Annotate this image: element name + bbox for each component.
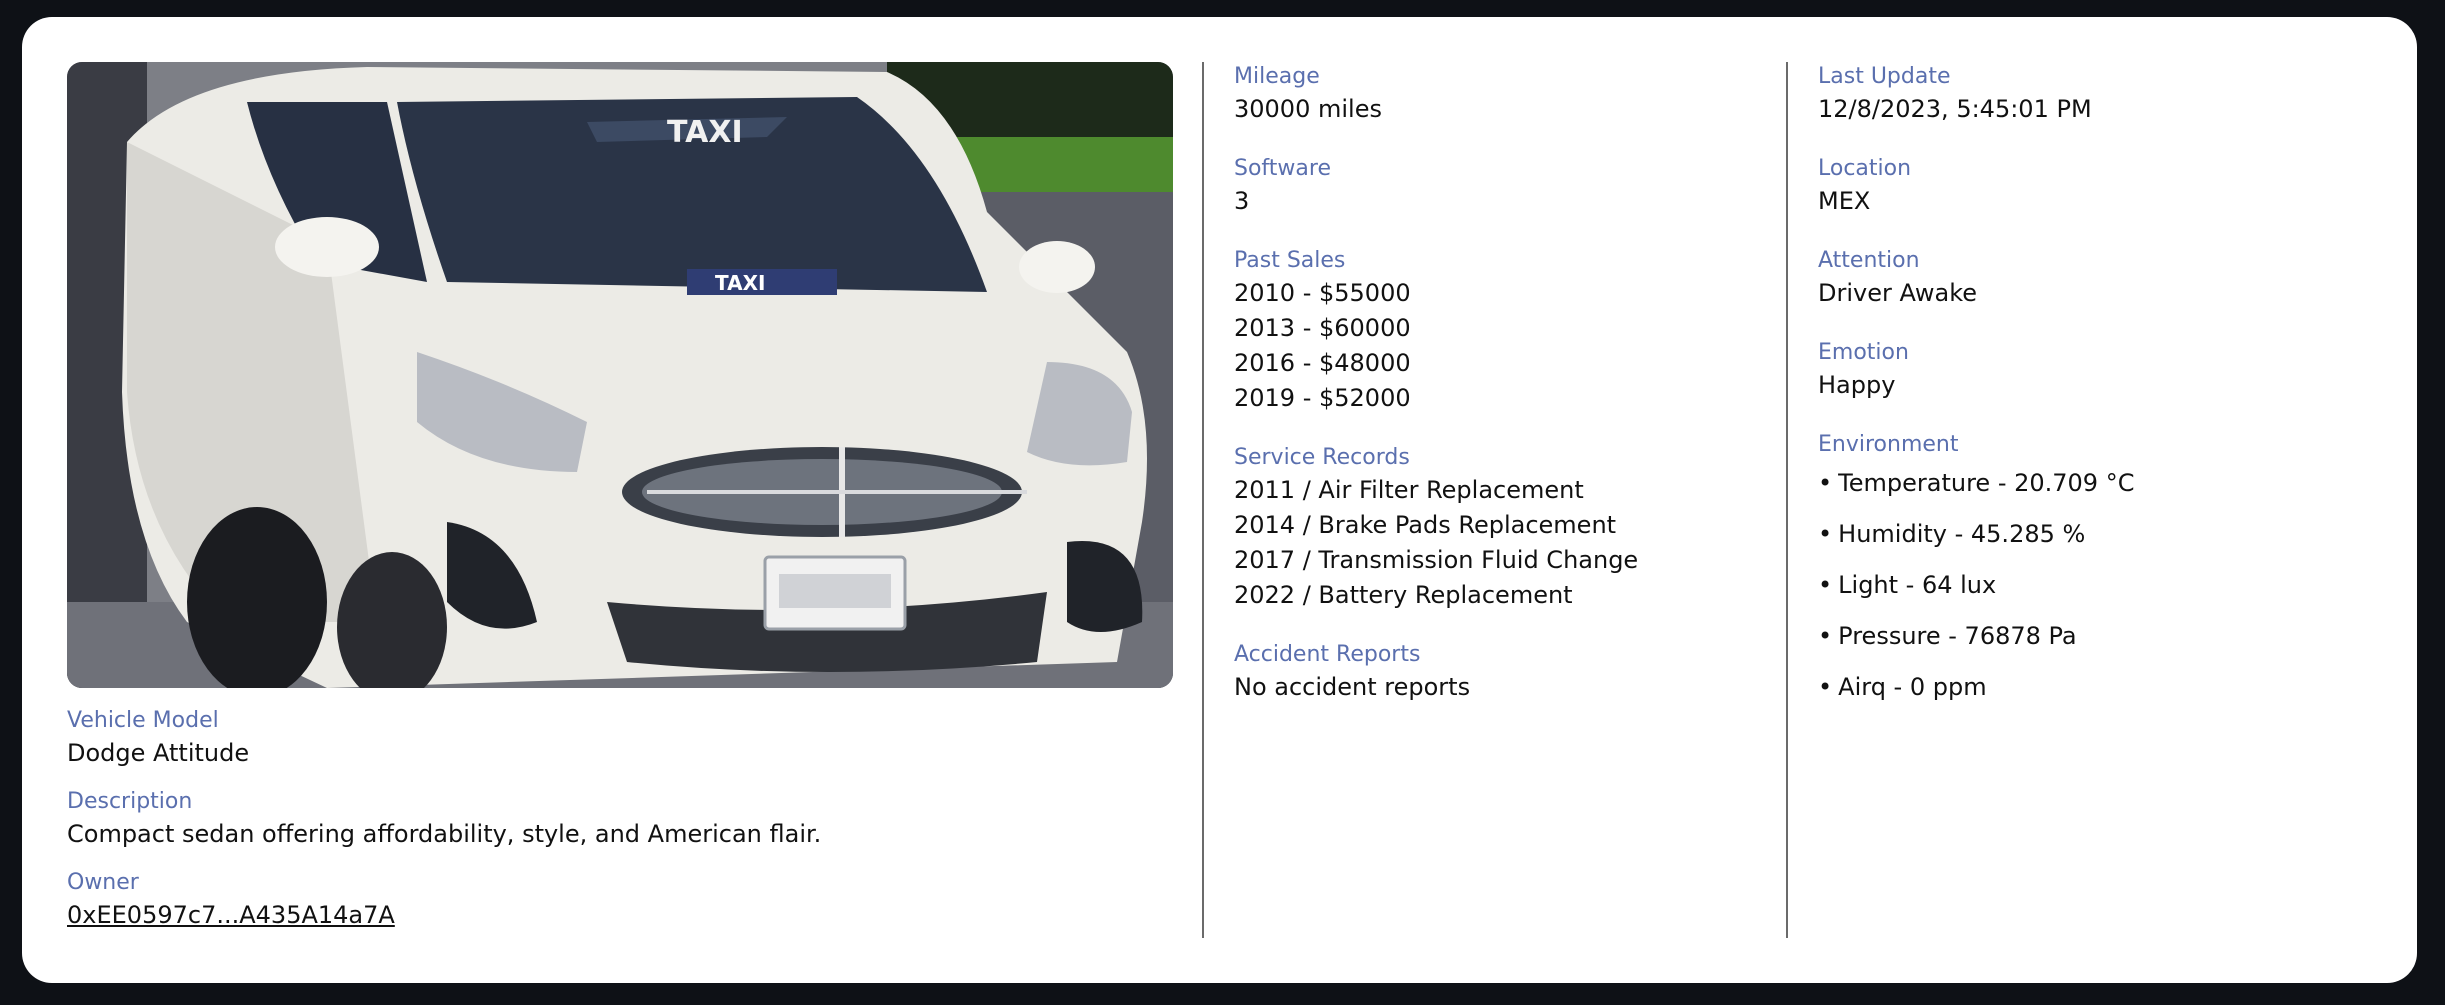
- vehicle-model-value: Dodge Attitude: [67, 739, 250, 767]
- column-divider: [1202, 62, 1204, 938]
- past-sales-label: Past Sales: [1234, 248, 1346, 273]
- past-sale-item: 2019 - $52000: [1234, 384, 1411, 412]
- location-value: MEX: [1818, 187, 1871, 215]
- vehicle-detail-card: TAXI TAXI Vehicle Model Dodge Attitude D…: [22, 17, 2417, 983]
- owner-label: Owner: [67, 870, 139, 895]
- bullet-icon: •: [1818, 673, 1833, 701]
- vehicle-info-column: TAXI TAXI Vehicle Model Dodge Attitude D…: [67, 62, 1173, 949]
- environment-list: • Temperature - 20.709 °C • Humidity - 45.…: [1818, 466, 2378, 705]
- column-divider: [1786, 62, 1788, 938]
- bullet-icon: •: [1818, 520, 1833, 548]
- last-update-value: 12/8/2023, 5:45:01 PM: [1818, 95, 2092, 123]
- service-records-label: Service Records: [1234, 445, 1410, 470]
- last-update-label: Last Update: [1818, 64, 1951, 89]
- vehicle-status-column: Last Update 12/8/2023, 5:45:01 PM Locati…: [1818, 62, 2378, 732]
- attention-group: Attention Driver Awake: [1818, 246, 2378, 311]
- environment-item: • Pressure - 76878 Pa: [1818, 619, 2378, 654]
- description-group: Description Compact sedan offering affor…: [67, 787, 1173, 852]
- service-record-item: 2014 / Brake Pads Replacement: [1234, 511, 1617, 539]
- past-sale-item: 2010 - $55000: [1234, 279, 1411, 307]
- attention-label: Attention: [1818, 248, 1920, 273]
- description-label: Description: [67, 789, 193, 814]
- environment-item: • Light - 64 lux: [1818, 568, 2378, 603]
- environment-item: • Airq - 0 ppm: [1818, 670, 2378, 705]
- emotion-value: Happy: [1818, 371, 1896, 399]
- environment-label: Environment: [1818, 432, 1959, 457]
- environment-item-text: Humidity - 45.285 %: [1838, 520, 2086, 548]
- bullet-icon: •: [1818, 469, 1833, 497]
- mileage-value: 30000 miles: [1234, 95, 1382, 123]
- service-record-item: 2022 / Battery Replacement: [1234, 581, 1573, 609]
- environment-item-text: Temperature - 20.709 °C: [1838, 469, 2135, 497]
- owner-address-link[interactable]: 0xEE0597c7...A435A14a7A: [67, 901, 395, 929]
- vehicle-history-column: Mileage 30000 miles Software 3 Past Sale…: [1234, 62, 1794, 732]
- environment-item-text: Light - 64 lux: [1838, 571, 1997, 599]
- attention-value: Driver Awake: [1818, 279, 1978, 307]
- emotion-group: Emotion Happy: [1818, 338, 2378, 403]
- vehicle-photo: TAXI TAXI: [67, 62, 1173, 688]
- location-group: Location MEX: [1818, 154, 2378, 219]
- bullet-icon: •: [1818, 571, 1833, 599]
- environment-item: • Temperature - 20.709 °C: [1818, 466, 2378, 501]
- accident-reports-label: Accident Reports: [1234, 642, 1421, 667]
- environment-group: Environment • Temperature - 20.709 °C • Hu…: [1818, 430, 2378, 705]
- owner-group: Owner 0xEE0597c7...A435A14a7A: [67, 868, 1173, 933]
- vehicle-model-group: Vehicle Model Dodge Attitude: [67, 706, 1173, 771]
- service-record-item: 2011 / Air Filter Replacement: [1234, 476, 1584, 504]
- environment-item-text: Airq - 0 ppm: [1838, 673, 1987, 701]
- service-record-item: 2017 / Transmission Fluid Change: [1234, 546, 1639, 574]
- mileage-group: Mileage 30000 miles: [1234, 62, 1794, 127]
- location-label: Location: [1818, 156, 1912, 181]
- vehicle-model-label: Vehicle Model: [67, 708, 219, 733]
- dash-taxi-sign: TAXI: [715, 271, 765, 295]
- past-sale-item: 2013 - $60000: [1234, 314, 1411, 342]
- description-value: Compact sedan offering affordability, st…: [67, 820, 822, 848]
- software-value: 3: [1234, 187, 1250, 215]
- software-label: Software: [1234, 156, 1331, 181]
- past-sales-group: Past Sales 2010 - $55000 2013 - $60000 2…: [1234, 246, 1794, 416]
- service-records-group: Service Records 2011 / Air Filter Replac…: [1234, 443, 1794, 613]
- past-sale-item: 2016 - $48000: [1234, 349, 1411, 377]
- environment-item: • Humidity - 45.285 %: [1818, 517, 2378, 552]
- windshield-taxi-text: TAXI: [667, 115, 743, 150]
- software-group: Software 3: [1234, 154, 1794, 219]
- accident-reports-group: Accident Reports No accident reports: [1234, 640, 1794, 705]
- accident-reports-value: No accident reports: [1234, 673, 1471, 701]
- bullet-icon: •: [1818, 622, 1833, 650]
- emotion-label: Emotion: [1818, 340, 1909, 365]
- environment-item-text: Pressure - 76878 Pa: [1838, 622, 2077, 650]
- mileage-label: Mileage: [1234, 64, 1320, 89]
- last-update-group: Last Update 12/8/2023, 5:45:01 PM: [1818, 62, 2378, 127]
